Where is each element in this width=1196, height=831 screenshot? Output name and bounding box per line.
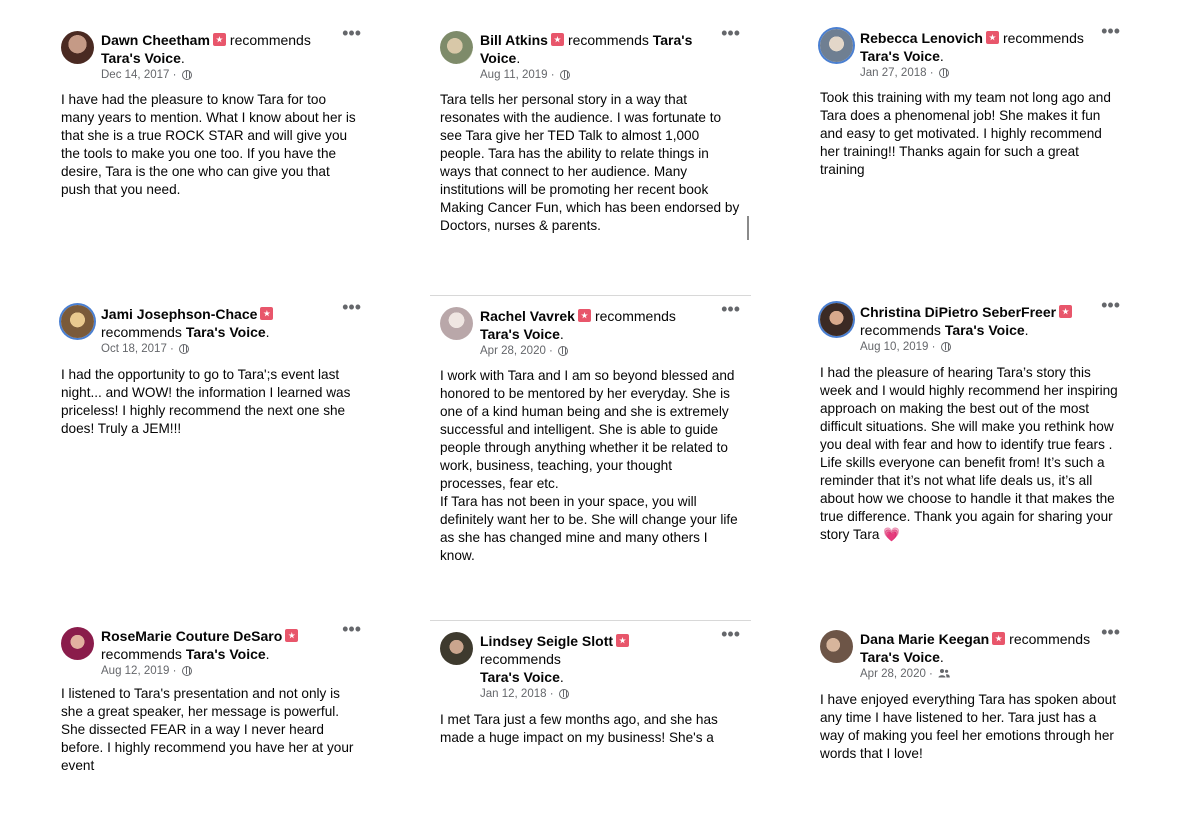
globe-icon	[181, 666, 192, 676]
review-date[interactable]: Aug 11, 2019	[480, 69, 548, 81]
recommend-star-icon	[285, 629, 299, 642]
review-date[interactable]: Jan 12, 2018	[480, 688, 547, 700]
page-link[interactable]: Tara's Voice	[480, 669, 560, 685]
more-options-icon[interactable]: •••	[342, 23, 361, 44]
recommends-label: recommends	[860, 322, 941, 338]
more-options-icon[interactable]: •••	[1101, 21, 1120, 42]
reviewer-name[interactable]: Rachel Vavrek	[480, 308, 575, 324]
review-text: I have enjoyed everything Tara has spoke…	[820, 692, 1116, 761]
page-link[interactable]: Tara's Voice	[945, 322, 1025, 338]
avatar[interactable]	[820, 630, 853, 663]
review-text: I had the opportunity to go to Tara';s e…	[61, 367, 351, 436]
review-text: I work with Tara and I am so beyond bles…	[440, 368, 738, 563]
more-options-icon[interactable]: •••	[721, 624, 740, 645]
reviewer-name[interactable]: RoseMarie Couture DeSaro	[101, 628, 282, 644]
scrollbar-thumb[interactable]	[747, 216, 749, 240]
recommends-label: recommends	[567, 32, 649, 48]
review-card: ••• RoseMarie Couture DeSaro recommends …	[61, 619, 361, 773]
more-options-icon[interactable]: •••	[342, 619, 361, 640]
more-options-icon[interactable]: •••	[342, 297, 361, 318]
review-card: ••• Bill Atkins recommends Tara's Voice. …	[440, 23, 740, 233]
avatar[interactable]	[440, 632, 473, 665]
recommends-label: recommends	[1009, 631, 1091, 647]
globe-icon	[559, 70, 570, 80]
globe-icon	[938, 68, 949, 78]
reviewer-name[interactable]: Dawn Cheetham	[101, 32, 210, 48]
recommend-star-icon	[260, 307, 274, 320]
globe-icon	[940, 342, 951, 352]
page-link[interactable]: Tara's Voice	[480, 326, 560, 342]
reviewer-name[interactable]: Jami Josephson-Chace	[101, 306, 257, 322]
review-text: I met Tara just a few months ago, and sh…	[440, 712, 718, 745]
divider-line	[430, 295, 751, 296]
review-date[interactable]: Apr 28, 2020	[860, 668, 926, 680]
page-link[interactable]: Tara's Voice	[186, 324, 266, 340]
review-date[interactable]: Jan 27, 2018	[860, 67, 927, 79]
review-card: ••• Dana Marie Keegan recommends Tara's V…	[820, 622, 1120, 761]
reviewer-name[interactable]: Dana Marie Keegan	[860, 631, 989, 647]
globe-icon	[558, 689, 569, 699]
page-link[interactable]: Tara's Voice	[186, 646, 266, 662]
review-card: ••• Lindsey Seigle Slott recommends Tara'…	[440, 624, 740, 745]
review-date[interactable]: Oct 18, 2017	[101, 343, 167, 355]
recommend-star-icon	[992, 632, 1006, 645]
divider-line	[430, 620, 751, 621]
review-text: I have had the pleasure to know Tara for…	[61, 92, 356, 197]
recommends-label: recommends	[229, 32, 311, 48]
reviewer-name[interactable]: Lindsey Seigle Slott	[480, 633, 613, 649]
more-options-icon[interactable]: •••	[1101, 295, 1120, 316]
recommend-star-icon	[577, 309, 591, 322]
recommend-star-icon	[985, 31, 999, 44]
avatar[interactable]	[820, 29, 853, 62]
reviewer-name[interactable]: Bill Atkins	[480, 32, 548, 48]
review-text: Tara tells her personal story in a way t…	[440, 92, 740, 233]
recommend-star-icon	[616, 634, 630, 647]
recommend-star-icon	[550, 33, 564, 46]
review-date[interactable]: Aug 10, 2019	[860, 341, 928, 353]
avatar[interactable]	[61, 305, 94, 338]
recommends-label: recommends	[1002, 30, 1084, 46]
more-options-icon[interactable]: •••	[721, 299, 740, 320]
avatar[interactable]	[440, 31, 473, 64]
page-link[interactable]: Tara's Voice	[860, 649, 940, 665]
recommend-star-icon	[212, 33, 226, 46]
review-card: ••• Jami Josephson-Chace recommends Tara…	[61, 297, 361, 436]
globe-icon	[558, 346, 569, 356]
recommends-label: recommends	[101, 646, 182, 662]
page-link[interactable]: Tara's Voice	[101, 50, 181, 66]
reviewer-name[interactable]: Rebecca Lenovich	[860, 30, 983, 46]
reviewer-name[interactable]: Christina DiPietro SeberFreer	[860, 304, 1056, 320]
review-date[interactable]: Apr 28, 2020	[480, 345, 546, 357]
more-options-icon[interactable]: •••	[721, 23, 740, 44]
review-card: ••• Dawn Cheetham recommends Tara's Voice…	[61, 23, 361, 197]
more-options-icon[interactable]: •••	[1101, 622, 1120, 643]
review-card: ••• Rebecca Lenovich recommends Tara's Vo…	[820, 21, 1120, 177]
review-text: I had the pleasure of hearing Tara’s sto…	[820, 365, 1118, 542]
review-text: Took this training with my team not long…	[820, 90, 1111, 177]
page-link[interactable]: Tara's Voice	[860, 48, 940, 64]
globe-icon	[179, 344, 190, 354]
review-card: ••• Christina DiPietro SeberFreer recomm…	[820, 295, 1120, 542]
avatar[interactable]	[61, 31, 94, 64]
avatar[interactable]	[440, 307, 473, 340]
recommends-label: recommends	[594, 308, 676, 324]
recommends-label: recommends	[101, 324, 182, 340]
review-text: I listened to Tara's presentation and no…	[61, 686, 354, 773]
review-date[interactable]: Dec 14, 2017	[101, 69, 169, 81]
recommends-label: recommends	[480, 651, 561, 667]
globe-icon	[181, 70, 192, 80]
avatar[interactable]	[820, 303, 853, 336]
avatar[interactable]	[61, 627, 94, 660]
friends-icon	[938, 669, 950, 678]
recommend-star-icon	[1059, 305, 1073, 318]
review-card: ••• Rachel Vavrek recommends Tara's Voice…	[440, 299, 740, 563]
review-date[interactable]: Aug 12, 2019	[101, 665, 169, 677]
